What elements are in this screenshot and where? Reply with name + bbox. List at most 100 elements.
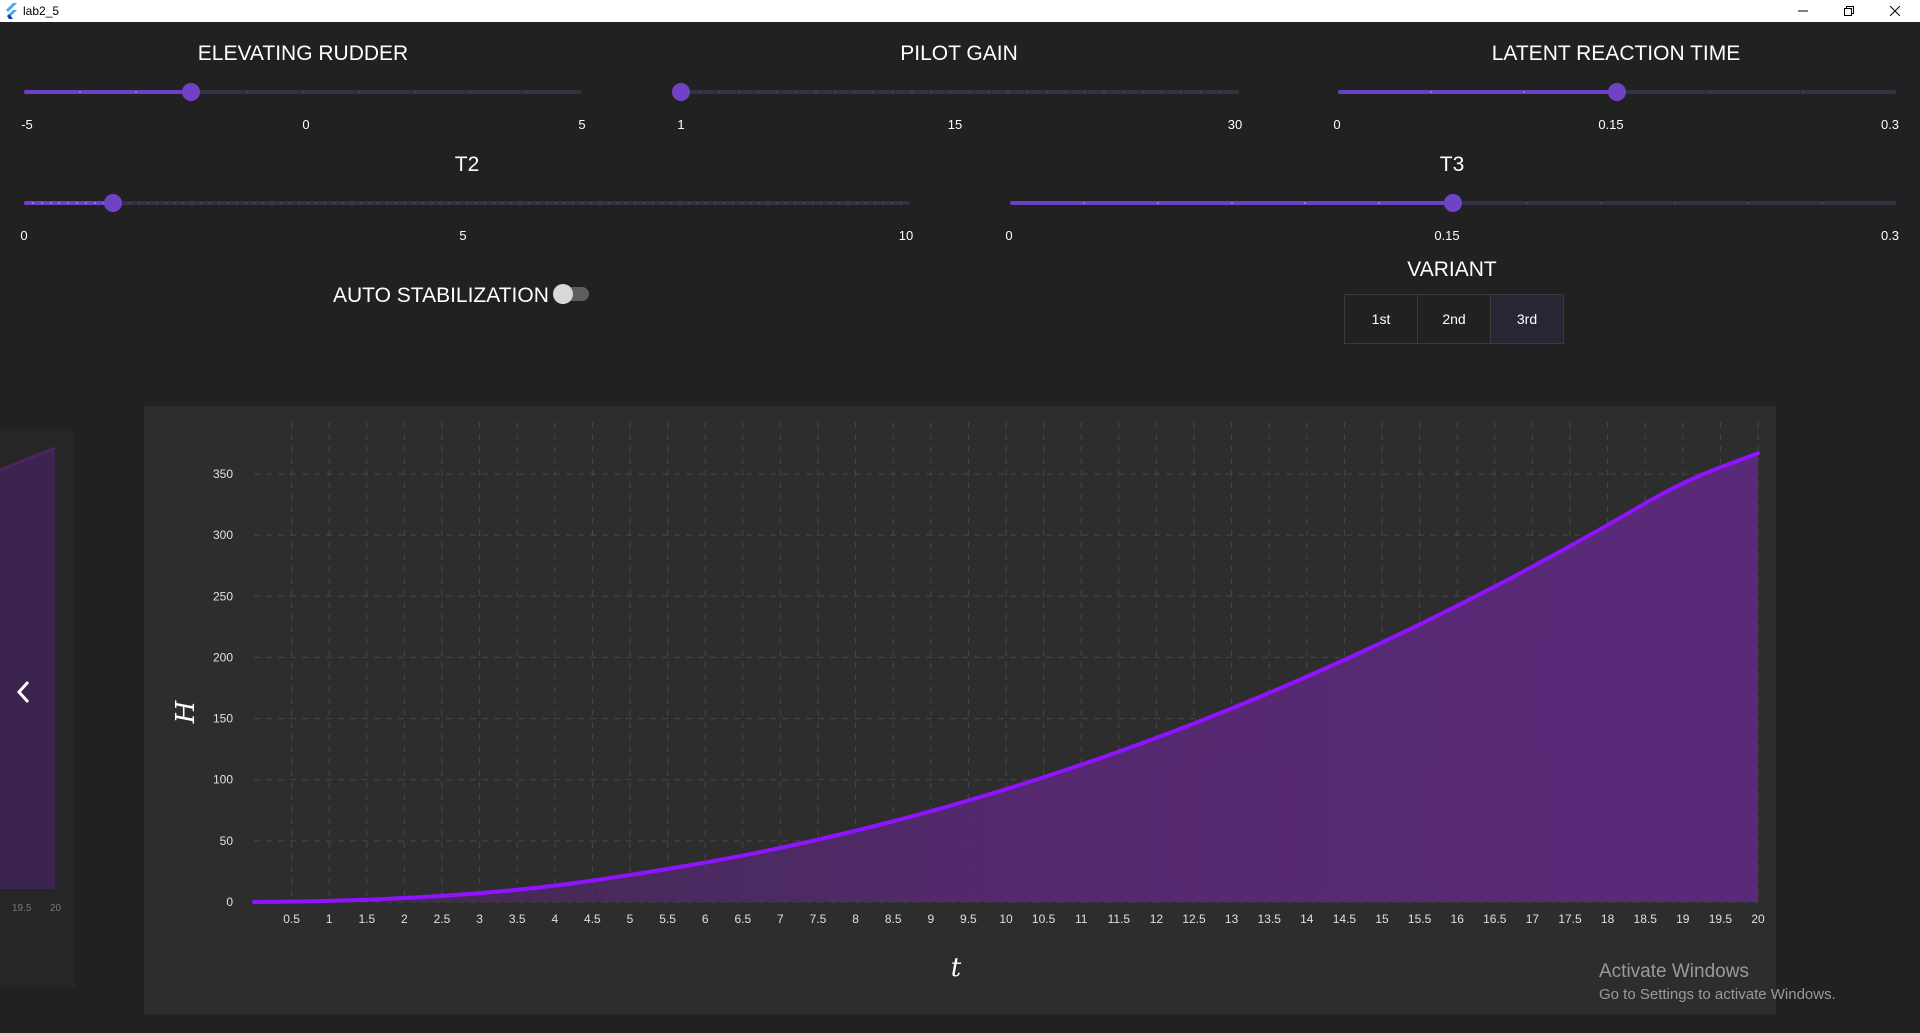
title-bar: lab2_5 <box>0 0 1920 22</box>
restore-button[interactable] <box>1826 0 1872 22</box>
close-button[interactable] <box>1872 0 1918 22</box>
slider-tick <box>767 202 770 204</box>
slider-tick <box>1156 202 1159 204</box>
t2-min: 0 <box>20 228 28 243</box>
slider-tick <box>244 202 247 204</box>
x-tick-label: 15.5 <box>1408 912 1432 926</box>
elevating-rudder-slider[interactable] <box>24 83 582 101</box>
slider-tick <box>590 202 593 204</box>
slider-tick <box>891 91 894 93</box>
minimize-button[interactable] <box>1780 0 1826 22</box>
x-tick-label: 4.5 <box>584 912 601 926</box>
slider-tick <box>643 202 646 204</box>
auto-stabilization-toggle[interactable] <box>553 284 589 304</box>
slider-tick <box>873 202 876 204</box>
slider-thumb[interactable] <box>672 83 690 101</box>
slider-tick <box>457 202 460 204</box>
x-tick-label: 8.5 <box>885 912 902 926</box>
x-tick-label: 7.5 <box>810 912 827 926</box>
variant-3rd-button[interactable]: 3rd <box>1491 295 1563 343</box>
t2-mid: 5 <box>459 228 467 243</box>
pilot-gain-slider[interactable] <box>672 83 1239 101</box>
latent-reaction-time-mid: 0.15 <box>1598 117 1624 132</box>
previous-chart-card[interactable]: 19.5 20 <box>0 431 75 988</box>
slider-tick <box>737 91 740 93</box>
slider-tick <box>217 202 220 204</box>
x-tick-label: 14.5 <box>1333 912 1357 926</box>
x-tick-label: 1 <box>326 912 333 926</box>
slider-thumb[interactable] <box>103 194 122 212</box>
x-tick-label: 19 <box>1676 912 1690 926</box>
slider-thumb[interactable] <box>1444 194 1462 212</box>
slider-tick <box>31 202 34 204</box>
slider-tick <box>846 202 849 204</box>
slider-tick <box>968 91 971 93</box>
slider-tick <box>302 91 304 93</box>
slider-tick <box>297 202 300 204</box>
slider-tick <box>350 202 353 204</box>
slider-tick <box>1141 91 1144 93</box>
t2-max: 10 <box>898 228 914 243</box>
toggle-knob <box>553 284 573 304</box>
x-tick-label: 7 <box>777 912 784 926</box>
latent-reaction-time-slider[interactable] <box>1338 83 1896 101</box>
elevating-rudder-mid: 0 <box>302 117 310 132</box>
slider-tick <box>891 202 894 204</box>
x-tick-label: 4 <box>551 912 558 926</box>
slider-tick <box>882 202 885 204</box>
y-tick-label: 350 <box>213 467 233 481</box>
slider-tick <box>1709 91 1711 93</box>
x-tick-label: 9 <box>927 912 934 926</box>
slider-tick <box>1161 91 1164 93</box>
slider-tick <box>368 202 371 204</box>
pilot-gain-min: 1 <box>677 117 685 132</box>
variant-2nd-button[interactable]: 2nd <box>1418 295 1491 343</box>
slider-tick <box>1747 202 1750 204</box>
slider-tick <box>395 202 398 204</box>
slider-tick <box>855 202 858 204</box>
slider-tick <box>793 202 796 204</box>
x-axis-label: t <box>951 953 962 983</box>
slider-tick <box>226 202 229 204</box>
t2-slider[interactable] <box>24 194 910 212</box>
y-tick-label: 0 <box>226 895 233 909</box>
slider-tick <box>758 202 761 204</box>
slider-tick <box>413 91 416 93</box>
slider-tick <box>209 202 212 204</box>
slider-tick <box>386 202 389 204</box>
slider-tick <box>536 202 539 204</box>
t3-slider[interactable] <box>1010 194 1896 212</box>
flutter-logo-icon <box>6 3 17 19</box>
slider-tick <box>403 202 406 204</box>
slider-tick <box>501 202 504 204</box>
slider-tick <box>49 202 52 204</box>
slider-tick <box>853 91 856 93</box>
slider-tick <box>359 202 362 204</box>
slider-tick <box>182 202 185 204</box>
chart-card: 0.5 1 1.5 2 2.5 3 3.5 4 4.5 5 5.5 6 6.5 7 7.5 8 8.5 9 9.5 1… <box>144 406 1776 1014</box>
slider-tick <box>1430 91 1432 93</box>
slider-tick <box>1026 91 1029 93</box>
x-tick-label: 18.5 <box>1634 912 1658 926</box>
slider-tick <box>718 91 721 93</box>
slider-tick <box>554 202 557 204</box>
variant-1st-button[interactable]: 1st <box>1345 295 1418 343</box>
activate-windows-watermark: Activate Windows Go to Settings to activ… <box>1599 961 1836 1003</box>
pilot-gain-label: PILOT GAIN <box>900 42 1018 65</box>
slider-tick <box>910 91 913 93</box>
x-tick-label: 19.5 <box>1709 912 1733 926</box>
chevron-left-icon[interactable] <box>16 679 32 705</box>
slider-tick <box>625 202 628 204</box>
slider-tick <box>872 91 875 93</box>
slider-tick <box>1230 202 1233 204</box>
slider-tick <box>262 202 265 204</box>
pilot-gain-max: 30 <box>1227 117 1243 132</box>
slider-tick <box>795 91 798 93</box>
slider-tick <box>519 202 522 204</box>
y-tick-label: 150 <box>213 712 233 726</box>
slider-tick <box>864 202 867 204</box>
slider-tick <box>784 202 787 204</box>
slider-thumb[interactable] <box>182 83 201 101</box>
slider-tick <box>474 202 477 204</box>
slider-thumb[interactable] <box>1608 83 1626 101</box>
